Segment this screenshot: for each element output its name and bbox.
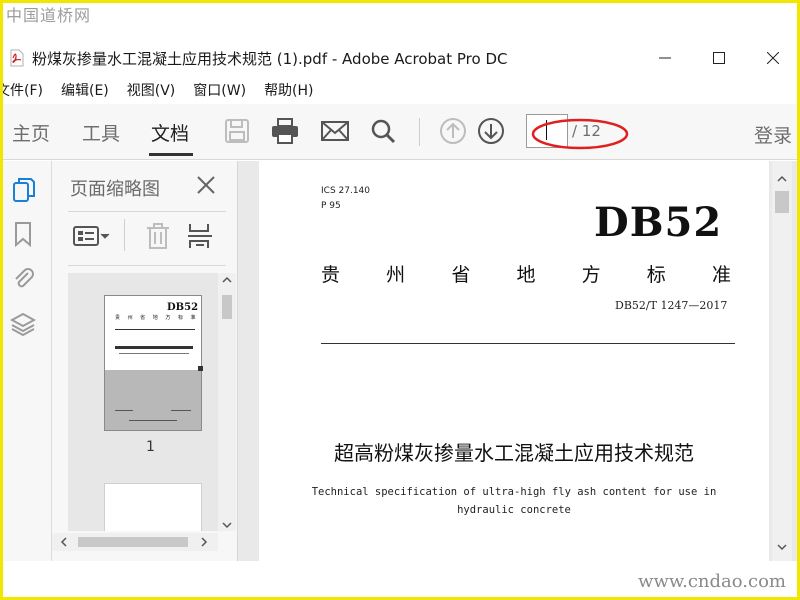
thumb-db: DB52 (167, 302, 199, 313)
doc-db-code: DB52 (594, 199, 723, 246)
thumbnail-panel: 页面缩略图 DB52 贵 州 省 地 方 标 准 1 (52, 161, 238, 561)
thumbnail-options-icon[interactable] (72, 221, 112, 255)
doc-rule (321, 343, 735, 344)
active-tab-indicator (149, 153, 193, 156)
doc-title-en-line-1: Technical specification of ultra-high fl… (311, 486, 717, 498)
menu-edit[interactable]: 编辑(E) (61, 80, 109, 100)
doc-gov-char: 标 (646, 264, 666, 286)
doc-gov-char: 省 (451, 264, 471, 286)
doc-ics: ICS 27.140 (321, 186, 371, 196)
tab-home[interactable]: 主页 (12, 119, 50, 146)
document-view: ICS 27.140 P 95 DB52 贵 州 省 地 方 标 准 DB52/… (238, 161, 800, 561)
navigation-strip (0, 161, 52, 561)
page-thumbnails-icon[interactable] (10, 177, 36, 203)
layers-icon[interactable] (9, 311, 37, 337)
thumb-gray-block (105, 370, 201, 430)
menu-window[interactable]: 窗口(W) (193, 80, 246, 100)
close-button[interactable] (746, 38, 800, 78)
insert-page-icon[interactable] (186, 221, 214, 255)
thumb-gov: 贵 州 省 地 方 标 准 (115, 315, 199, 321)
maximize-button[interactable] (692, 38, 746, 78)
doc-p: P 95 (321, 201, 341, 211)
maximize-icon (713, 52, 725, 64)
title-bar: 粉煤灰掺量水工混凝土应用技术规范 (1).pdf - Adobe Acrobat… (0, 38, 800, 78)
panel-title: 页面缩略图 (70, 179, 160, 200)
doc-gov-char: 贵 (321, 264, 341, 286)
thumb-rule (115, 329, 195, 330)
watermark-bottom: www.cndao.com (638, 571, 786, 592)
doc-standard-type: 贵 州 省 地 方 标 准 (321, 260, 731, 287)
doc-gov-char: 方 (581, 264, 601, 286)
window-controls (638, 38, 800, 78)
delete-page-icon[interactable] (144, 221, 172, 255)
menu-view[interactable]: 视图(V) (127, 80, 176, 100)
pdf-file-icon (10, 49, 24, 67)
menu-file[interactable]: 文件(F) (0, 80, 43, 100)
page-thumbnail-2[interactable] (104, 483, 202, 531)
thumb-text-line (115, 410, 133, 411)
doc-standard-number: DB52/T 1247—2017 (615, 299, 728, 312)
login-button[interactable]: 登录 (754, 121, 792, 148)
doc-gov-char: 州 (386, 264, 406, 286)
doc-title-en: Technical specification of ultra-high fl… (259, 483, 769, 519)
save-icon[interactable] (222, 116, 252, 146)
minimize-icon (659, 57, 671, 59)
toolbar: 主页 工具 文档 (0, 104, 800, 160)
doc-gov-char: 地 (516, 264, 536, 286)
page-down-icon[interactable] (476, 116, 506, 146)
panel-divider-2 (68, 265, 226, 266)
document-vertical-scrollbar[interactable] (772, 161, 792, 561)
document-scroll-thumb[interactable] (775, 191, 789, 213)
tab-tools[interactable]: 工具 (82, 119, 120, 146)
thumbnail-page-number: 1 (146, 439, 155, 455)
thumbnail-horizontal-scrollbar[interactable] (52, 533, 218, 551)
doc-gov-char: 准 (711, 264, 731, 286)
thumbnail-vertical-scrollbar[interactable] (218, 273, 236, 531)
thumb-resize-handle[interactable] (198, 366, 203, 371)
watermark-top: 中国道桥网 (6, 6, 92, 25)
email-icon[interactable] (320, 116, 350, 146)
doc-title-en-line-2: hydraulic concrete (457, 504, 571, 516)
panel-divider (68, 211, 226, 212)
document-page: ICS 27.140 P 95 DB52 贵 州 省 地 方 标 准 DB52/… (259, 161, 769, 561)
window-title: 粉煤灰掺量水工混凝土应用技术规范 (1).pdf - Adobe Acrobat… (32, 49, 508, 68)
thumb-text-line (129, 420, 177, 421)
red-annotation-ellipse (531, 118, 629, 150)
menu-help[interactable]: 帮助(H) (264, 80, 313, 100)
tab-document[interactable]: 文档 (151, 119, 189, 146)
page-thumbnail-1[interactable]: DB52 贵 州 省 地 方 标 准 (104, 295, 203, 431)
attachment-icon[interactable] (10, 265, 36, 291)
print-icon[interactable] (270, 116, 300, 146)
close-icon (767, 52, 779, 64)
toolbar-separator (419, 118, 420, 146)
thumbnail-list: DB52 贵 州 省 地 方 标 准 1 (68, 273, 218, 531)
menu-bar: 文件(F) 编辑(E) 视图(V) 窗口(W) 帮助(H) (0, 78, 800, 102)
minimize-button[interactable] (638, 38, 692, 78)
thumb-text-line (171, 410, 191, 411)
tool-separator (124, 219, 125, 251)
thumb-sub-line (119, 353, 189, 354)
bookmark-icon[interactable] (10, 221, 36, 248)
panel-close-icon[interactable] (194, 173, 218, 197)
doc-title-zh: 超高粉煤灰掺量水工混凝土应用技术规范 (334, 441, 694, 465)
thumb-title-line (115, 346, 193, 349)
page-up-icon[interactable] (438, 116, 468, 146)
search-icon[interactable] (368, 116, 398, 146)
